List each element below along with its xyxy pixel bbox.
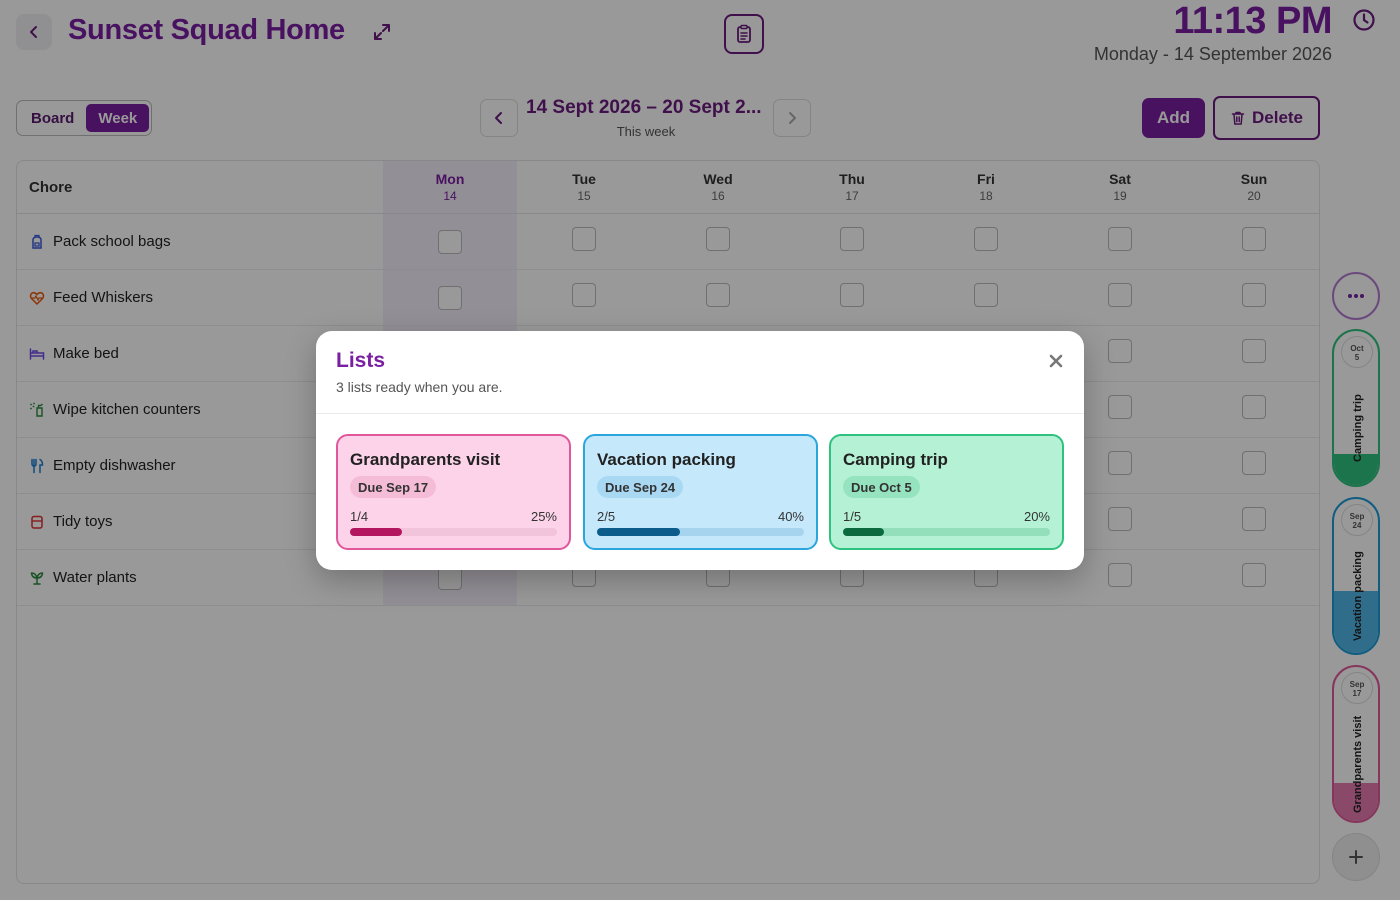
lists-modal: Lists 3 lists ready when you are. Grandp… bbox=[316, 331, 1084, 570]
modal-title: Lists bbox=[336, 349, 386, 372]
modal-subtitle: 3 lists ready when you are. bbox=[336, 379, 503, 395]
close-button[interactable] bbox=[1046, 351, 1066, 371]
due-chip: Due Sep 17 bbox=[350, 476, 437, 498]
progress-percent: 25% bbox=[530, 509, 557, 524]
list-card[interactable]: Camping trip Due Oct 5 1/5 20% bbox=[829, 434, 1064, 550]
progress-count: 1/4 bbox=[350, 509, 369, 524]
list-card[interactable]: Grandparents visit Due Sep 17 1/4 25% bbox=[336, 434, 571, 550]
modal-divider bbox=[316, 413, 1084, 414]
list-card[interactable]: Vacation packing Due Sep 24 2/5 40% bbox=[583, 434, 818, 550]
list-card-title: Grandparents visit bbox=[350, 450, 501, 469]
progress-bar bbox=[350, 528, 402, 536]
due-chip: Due Oct 5 bbox=[843, 476, 920, 498]
progress-count: 2/5 bbox=[597, 509, 616, 524]
progress-track bbox=[843, 528, 1050, 536]
progress-bar bbox=[597, 528, 680, 536]
progress-track bbox=[350, 528, 557, 536]
progress-count: 1/5 bbox=[843, 509, 862, 524]
list-card-title: Camping trip bbox=[843, 450, 948, 469]
progress-bar bbox=[843, 528, 885, 536]
progress-percent: 20% bbox=[1023, 509, 1050, 524]
list-card-title: Vacation packing bbox=[597, 450, 736, 469]
progress-track bbox=[597, 528, 804, 536]
due-chip: Due Sep 24 bbox=[597, 476, 684, 498]
progress-percent: 40% bbox=[777, 509, 804, 524]
close-icon bbox=[1049, 354, 1063, 368]
